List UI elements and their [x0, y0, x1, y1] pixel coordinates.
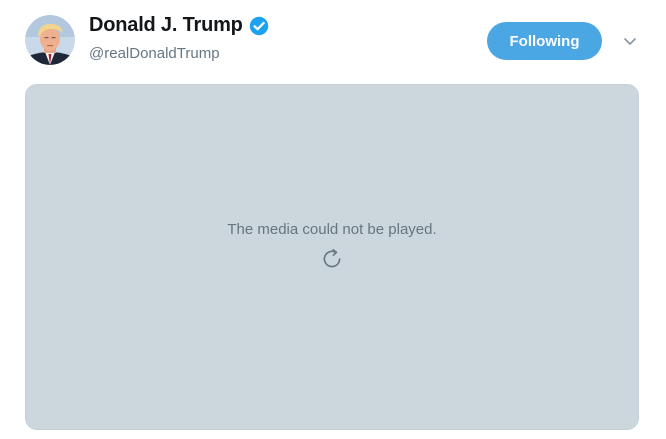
- retry-icon[interactable]: [320, 247, 344, 271]
- following-button[interactable]: Following: [487, 22, 602, 60]
- avatar[interactable]: [25, 15, 75, 65]
- tweet-header: Donald J. Trump @realDonaldTrump Followi…: [0, 0, 666, 80]
- verified-badge-icon: [249, 16, 269, 36]
- display-name[interactable]: Donald J. Trump: [89, 14, 243, 37]
- name-row: Donald J. Trump: [89, 14, 269, 37]
- avatar-image: [25, 15, 75, 65]
- media-error-message: The media could not be played.: [227, 221, 437, 238]
- user-handle[interactable]: @realDonaldTrump: [89, 45, 220, 62]
- chevron-down-icon[interactable]: [621, 35, 639, 47]
- media-player[interactable]: The media could not be played.: [25, 84, 639, 430]
